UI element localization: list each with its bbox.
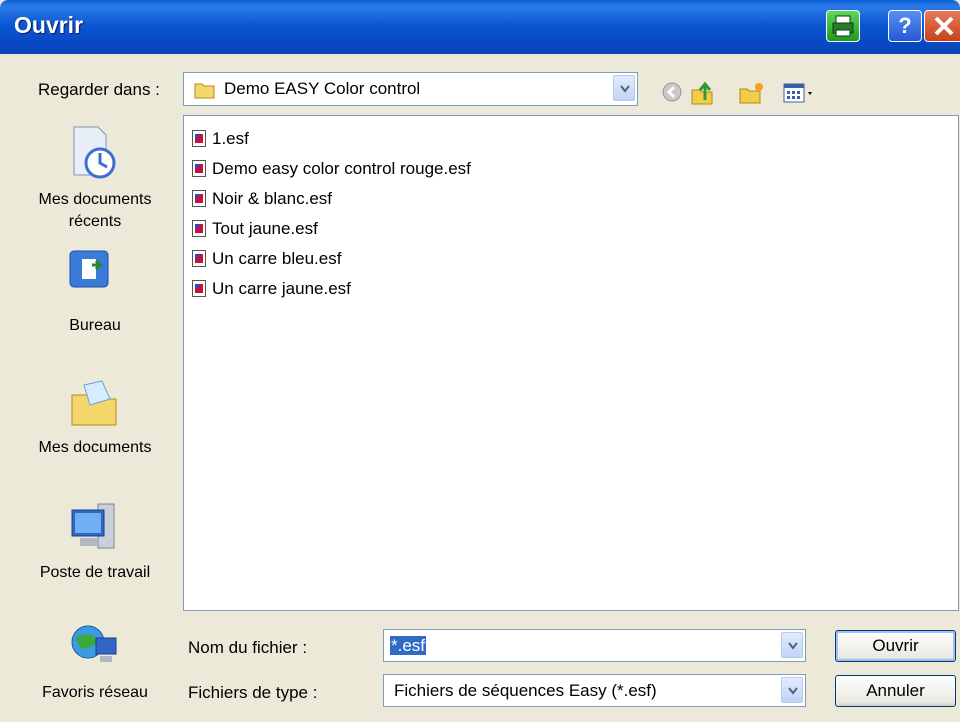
filename-label: Nom du fichier : (188, 638, 308, 657)
esf-file-icon (192, 190, 206, 207)
desktop-icon (69, 250, 109, 288)
filetype-value: Fichiers de séquences Easy (*.esf) (394, 681, 657, 700)
esf-file-icon (192, 220, 206, 237)
place-network-label: Favoris réseau (42, 684, 148, 701)
place-my-computer-label: Poste de travail (39, 564, 151, 581)
file-name: Noir & blanc.esf (212, 189, 332, 208)
printer-button[interactable] (826, 10, 860, 42)
places-bar: Mes documents récents Bureau Mes documen… (18, 115, 172, 713)
file-name: Tout jaune.esf (212, 219, 318, 238)
filename-value: *.esf (390, 636, 427, 655)
esf-file-icon (192, 160, 206, 177)
place-desktop-label: Bureau (69, 317, 121, 334)
my-documents-icon (71, 380, 117, 426)
my-computer-icon (71, 503, 115, 549)
esf-file-icon (192, 250, 206, 267)
view-menu-icon[interactable] (782, 80, 818, 106)
chevron-down-icon (788, 687, 798, 695)
esf-file-icon (192, 130, 206, 147)
esf-file-icon (192, 280, 206, 297)
look-in-value: Demo EASY Color control (224, 79, 421, 98)
filetype-label: Fichiers de type : (188, 683, 318, 702)
new-folder-icon[interactable] (738, 80, 766, 106)
filetype-select[interactable]: Fichiers de séquences Easy (*.esf) (383, 674, 806, 707)
chevron-down-icon (620, 85, 630, 93)
file-name: 1.esf (212, 129, 249, 148)
place-recent-documents-label-1: Mes documents (38, 191, 152, 208)
look-in-label: Regarder dans : (38, 80, 160, 99)
up-folder-icon[interactable] (690, 80, 716, 106)
filename-dropdown-button[interactable] (781, 632, 803, 658)
file-list[interactable]: 1.esf Demo easy color control rouge.esf … (183, 115, 959, 611)
file-name: Demo easy color control rouge.esf (212, 159, 471, 178)
network-places-icon (71, 625, 117, 662)
back-icon[interactable] (660, 80, 684, 104)
window-title: Ouvrir (14, 12, 84, 38)
close-icon (934, 16, 954, 36)
file-name: Un carre jaune.esf (212, 279, 351, 298)
printer-icon (832, 15, 854, 37)
help-button[interactable]: ? (888, 10, 922, 42)
look-in-dropdown-button[interactable] (613, 75, 635, 101)
place-recent-documents-label-2: récents (68, 213, 122, 230)
cancel-button[interactable]: Annuler (835, 675, 956, 707)
close-button[interactable] (924, 10, 960, 42)
help-icon: ? (898, 13, 912, 38)
open-button[interactable]: Ouvrir (835, 630, 956, 662)
filetype-dropdown-button[interactable] (781, 677, 803, 703)
file-name: Un carre bleu.esf (212, 249, 342, 268)
folder-icon (194, 83, 215, 99)
filename-input[interactable]: *.esf (383, 629, 806, 662)
title-bar: Ouvrir ? (0, 0, 960, 54)
recent-documents-icon (73, 126, 116, 179)
chevron-down-icon (788, 642, 798, 650)
look-in-dropdown[interactable]: Demo EASY Color control (183, 72, 638, 106)
place-my-documents-label: Mes documents (38, 439, 152, 456)
